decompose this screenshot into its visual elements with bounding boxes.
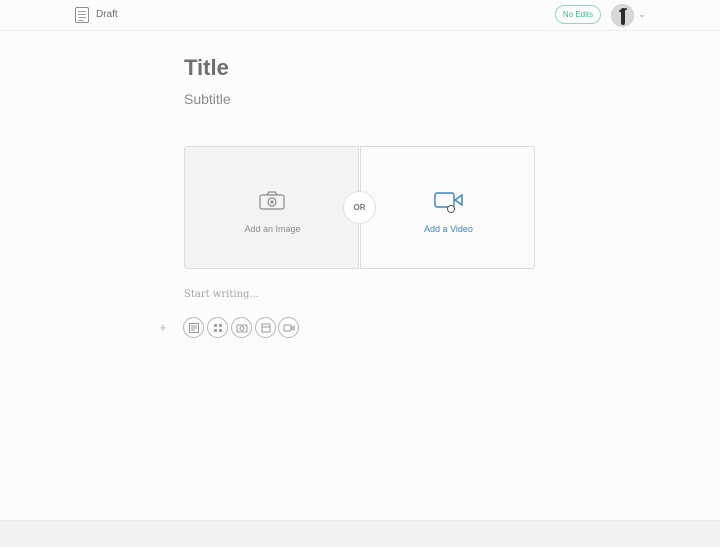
editor-page: Draft No Edits ⌄ Title Subtitle Add an I… — [0, 0, 720, 547]
draft-label: Draft — [96, 9, 118, 20]
chevron-down-icon[interactable]: ⌄ — [638, 9, 646, 20]
title-input[interactable]: Title — [184, 55, 229, 81]
avatar[interactable] — [611, 4, 634, 27]
cursor-icon — [447, 205, 455, 213]
grid-button[interactable] — [207, 317, 228, 338]
camera-icon — [236, 324, 248, 333]
grid-icon — [214, 324, 222, 332]
text-block-icon — [189, 323, 199, 333]
add-video-label: Add a Video — [424, 224, 473, 234]
body-placeholder[interactable]: Start writing... — [184, 289, 259, 300]
subtitle-input[interactable]: Subtitle — [184, 91, 231, 107]
document-icon — [75, 7, 89, 23]
add-block-icon[interactable]: + — [159, 320, 167, 335]
camera-icon — [259, 191, 285, 210]
or-badge: OR — [343, 191, 376, 224]
footer-bar — [0, 520, 720, 547]
add-image-label: Add an Image — [244, 224, 301, 234]
image-button[interactable] — [231, 317, 252, 338]
text-block-button[interactable] — [183, 317, 204, 338]
top-bar: Draft No Edits ⌄ — [0, 0, 720, 31]
video-icon — [283, 324, 295, 332]
video-button[interactable] — [278, 317, 299, 338]
media-chooser: Add an Image Add a Video OR — [184, 146, 535, 269]
status-badge: No Edits — [555, 5, 601, 24]
embed-button[interactable] — [255, 317, 276, 338]
add-image-button[interactable]: Add an Image — [184, 146, 359, 269]
add-video-button[interactable]: Add a Video — [360, 146, 535, 269]
embed-icon — [261, 323, 271, 333]
